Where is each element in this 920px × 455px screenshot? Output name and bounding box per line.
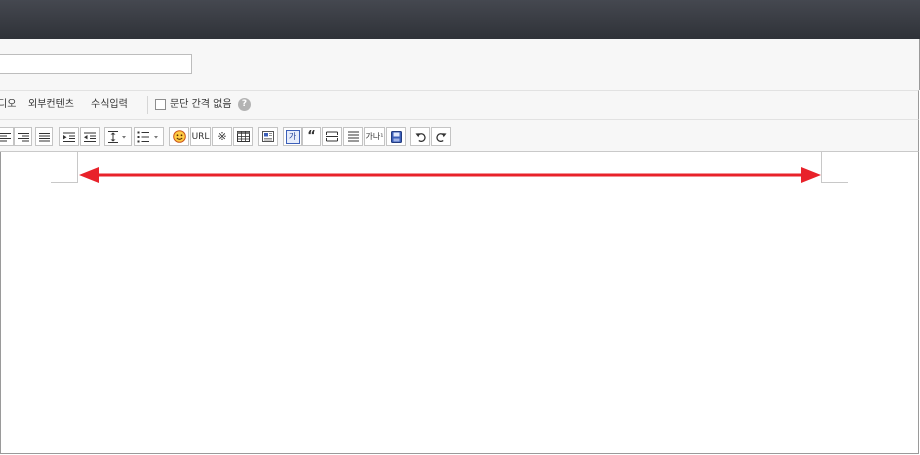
emoticon-button[interactable] bbox=[169, 127, 189, 146]
table-button[interactable] bbox=[233, 127, 253, 146]
quote-button[interactable]: “ bbox=[302, 127, 321, 146]
menu-item-formula[interactable]: 수식입력 bbox=[91, 91, 128, 119]
title-area bbox=[0, 39, 920, 90]
special-char-button[interactable]: ※ bbox=[212, 127, 232, 146]
superscript-icon: 가나¹ bbox=[365, 132, 384, 141]
outdent-button[interactable] bbox=[80, 127, 100, 146]
template-button[interactable] bbox=[258, 127, 278, 146]
menu-item-external-content[interactable]: 외부컨텐츠 bbox=[28, 91, 74, 119]
paragraph-spacing-icon bbox=[347, 131, 359, 142]
left-margin-guide-horizontal bbox=[51, 182, 78, 183]
list-dropdown[interactable] bbox=[134, 127, 164, 146]
hanja-icon: 가 bbox=[285, 129, 300, 144]
redo-icon bbox=[435, 133, 446, 142]
window-top-bar bbox=[0, 0, 920, 39]
title-input[interactable] bbox=[0, 54, 192, 74]
emoticon-icon bbox=[172, 130, 186, 143]
outdent-icon bbox=[84, 132, 96, 142]
indent-icon bbox=[63, 132, 75, 142]
right-margin-guide bbox=[821, 152, 822, 182]
hanja-button[interactable]: 가 bbox=[283, 127, 302, 146]
menu-divider bbox=[147, 96, 148, 114]
list-icon bbox=[137, 131, 158, 142]
paragraph-spacing-label: 문단 간격 없음 bbox=[170, 99, 232, 110]
url-icon: URL bbox=[191, 131, 210, 142]
special-char-icon: ※ bbox=[217, 130, 227, 143]
align-left-icon bbox=[0, 132, 11, 141]
save-icon bbox=[390, 130, 402, 143]
table-icon bbox=[236, 131, 250, 142]
template-icon bbox=[262, 131, 274, 142]
help-icon[interactable]: ? bbox=[238, 98, 251, 111]
align-justify-icon bbox=[38, 132, 50, 141]
left-margin-guide bbox=[77, 152, 78, 182]
indent-button[interactable] bbox=[59, 127, 79, 146]
align-right-icon bbox=[17, 132, 29, 141]
insert-menu-bar: 디오 외부컨텐츠 수식입력 문단 간격 없음 ? bbox=[0, 90, 919, 120]
menu-item-video[interactable]: 디오 bbox=[0, 91, 16, 119]
redo-button[interactable] bbox=[431, 127, 451, 146]
undo-icon bbox=[415, 133, 426, 142]
editor-content-area[interactable] bbox=[0, 152, 919, 454]
save-button[interactable] bbox=[386, 127, 406, 146]
horizontal-line-icon bbox=[326, 131, 338, 142]
right-margin-guide-horizontal bbox=[821, 182, 848, 183]
paragraph-spacing-checkbox[interactable] bbox=[155, 99, 166, 110]
url-button[interactable]: URL bbox=[190, 127, 211, 146]
line-height-icon bbox=[108, 130, 126, 143]
superscript-button[interactable]: 가나¹ bbox=[364, 127, 385, 146]
horizontal-line-button[interactable] bbox=[322, 127, 342, 146]
paragraph-spacing-button[interactable] bbox=[343, 127, 363, 146]
line-height-dropdown[interactable] bbox=[104, 127, 132, 146]
quote-icon: “ bbox=[307, 129, 316, 144]
align-left-button[interactable] bbox=[0, 127, 14, 146]
undo-button[interactable] bbox=[410, 127, 430, 146]
align-right-button[interactable] bbox=[14, 127, 32, 146]
formatting-toolbar: URL ※ 가 “ 가나¹ bbox=[0, 120, 919, 152]
align-justify-button[interactable] bbox=[35, 127, 53, 146]
content-width-double-arrow-icon bbox=[79, 167, 821, 183]
